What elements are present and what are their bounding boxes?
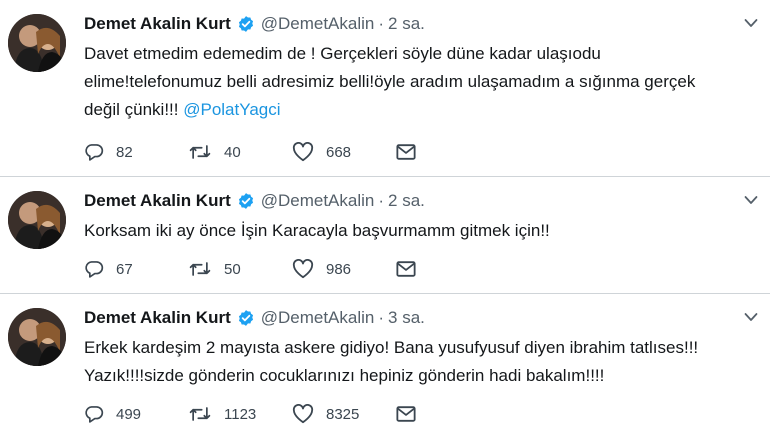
retweet-icon bbox=[188, 259, 212, 279]
chevron-down-icon[interactable] bbox=[744, 312, 758, 322]
reply-button[interactable]: 499 bbox=[84, 404, 188, 424]
reply-button[interactable]: 82 bbox=[84, 142, 188, 162]
separator-dot: · bbox=[378, 308, 385, 327]
tweet-text-line: elime!telefonumuz belli adresimiz belli!… bbox=[84, 72, 696, 91]
retweet-count: 1123 bbox=[224, 405, 257, 423]
tweet-header: Demet Akalin Kurt @DemetAkalin · 2 sa. bbox=[84, 13, 425, 35]
retweet-button[interactable]: 40 bbox=[188, 142, 292, 162]
author-name[interactable]: Demet Akalin Kurt bbox=[84, 191, 231, 211]
tweet-actions: 67 50 986 bbox=[84, 257, 500, 281]
reply-count: 499 bbox=[116, 405, 142, 423]
reply-icon bbox=[84, 259, 104, 279]
retweet-count: 50 bbox=[224, 260, 241, 278]
heart-icon bbox=[292, 404, 314, 424]
like-count: 8325 bbox=[326, 405, 360, 423]
tweet-text-line: Erkek kardeşim 2 mayısta askere gidiyo! … bbox=[84, 338, 699, 357]
chevron-down-icon[interactable] bbox=[744, 18, 758, 28]
tweet-text-line: Yazık!!!!sizde gönderin cocuklarınızı he… bbox=[84, 366, 605, 385]
timestamp[interactable]: 3 sa. bbox=[388, 308, 425, 328]
verified-badge-icon bbox=[237, 192, 255, 210]
tweet-feed: Demet Akalin Kurt @DemetAkalin · 2 sa. D… bbox=[0, 0, 770, 430]
verified-badge-icon bbox=[237, 15, 255, 33]
tweet-text: Erkek kardeşim 2 mayısta askere gidiyo! … bbox=[84, 334, 764, 390]
like-count: 986 bbox=[326, 260, 352, 278]
like-button[interactable]: 668 bbox=[292, 142, 396, 162]
retweet-icon bbox=[188, 404, 212, 424]
reply-count: 82 bbox=[116, 143, 133, 161]
tweet-actions: 82 40 668 bbox=[84, 140, 500, 164]
separator-dot: · bbox=[378, 191, 385, 210]
direct-message-button[interactable] bbox=[396, 260, 500, 278]
author-handle[interactable]: @DemetAkalin bbox=[261, 191, 375, 211]
direct-message-button[interactable] bbox=[396, 405, 500, 423]
tweet-text: Korksam iki ay önce İşin Karacayla başvu… bbox=[84, 217, 764, 245]
reply-icon bbox=[84, 404, 104, 424]
timestamp[interactable]: 2 sa. bbox=[388, 191, 425, 211]
tweet-actions: 499 1123 8325 bbox=[84, 402, 500, 426]
reply-icon bbox=[84, 142, 104, 162]
author-name[interactable]: Demet Akalin Kurt bbox=[84, 308, 231, 328]
like-count: 668 bbox=[326, 143, 352, 161]
timestamp[interactable]: 2 sa. bbox=[388, 14, 425, 34]
tweet[interactable]: Demet Akalin Kurt @DemetAkalin · 3 sa. E… bbox=[0, 294, 770, 430]
tweet-header: Demet Akalin Kurt @DemetAkalin · 3 sa. bbox=[84, 307, 425, 329]
retweet-button[interactable]: 50 bbox=[188, 259, 292, 279]
tweet-text: Davet etmedim edemedim de ! Gerçekleri s… bbox=[84, 40, 764, 124]
envelope-icon bbox=[396, 405, 416, 423]
tweet-text-line: Korksam iki ay önce İşin Karacayla başvu… bbox=[84, 221, 550, 240]
tweet-header: Demet Akalin Kurt @DemetAkalin · 2 sa. bbox=[84, 190, 425, 212]
tweet[interactable]: Demet Akalin Kurt @DemetAkalin · 2 sa. K… bbox=[0, 177, 770, 294]
author-handle[interactable]: @DemetAkalin bbox=[261, 14, 375, 34]
separator-dot: · bbox=[378, 14, 385, 33]
tweet-text-fragment: değil çünki!!! bbox=[84, 100, 184, 119]
avatar[interactable] bbox=[8, 191, 66, 249]
like-button[interactable]: 986 bbox=[292, 259, 396, 279]
author-name[interactable]: Demet Akalin Kurt bbox=[84, 14, 231, 34]
retweet-count: 40 bbox=[224, 143, 241, 161]
reply-button[interactable]: 67 bbox=[84, 259, 188, 279]
tweet[interactable]: Demet Akalin Kurt @DemetAkalin · 2 sa. D… bbox=[0, 0, 770, 177]
author-handle[interactable]: @DemetAkalin bbox=[261, 308, 375, 328]
heart-icon bbox=[292, 142, 314, 162]
avatar[interactable] bbox=[8, 14, 66, 72]
retweet-button[interactable]: 1123 bbox=[188, 404, 292, 424]
envelope-icon bbox=[396, 143, 416, 161]
avatar[interactable] bbox=[8, 308, 66, 366]
mention-link[interactable]: @PolatYagci bbox=[183, 100, 280, 119]
envelope-icon bbox=[396, 260, 416, 278]
heart-icon bbox=[292, 259, 314, 279]
tweet-text-line: Davet etmedim edemedim de ! Gerçekleri s… bbox=[84, 44, 601, 63]
tweet-text-line: değil çünki!!! @PolatYagci bbox=[84, 96, 764, 124]
retweet-icon bbox=[188, 142, 212, 162]
direct-message-button[interactable] bbox=[396, 143, 500, 161]
like-button[interactable]: 8325 bbox=[292, 404, 396, 424]
verified-badge-icon bbox=[237, 309, 255, 327]
chevron-down-icon[interactable] bbox=[744, 195, 758, 205]
reply-count: 67 bbox=[116, 260, 133, 278]
